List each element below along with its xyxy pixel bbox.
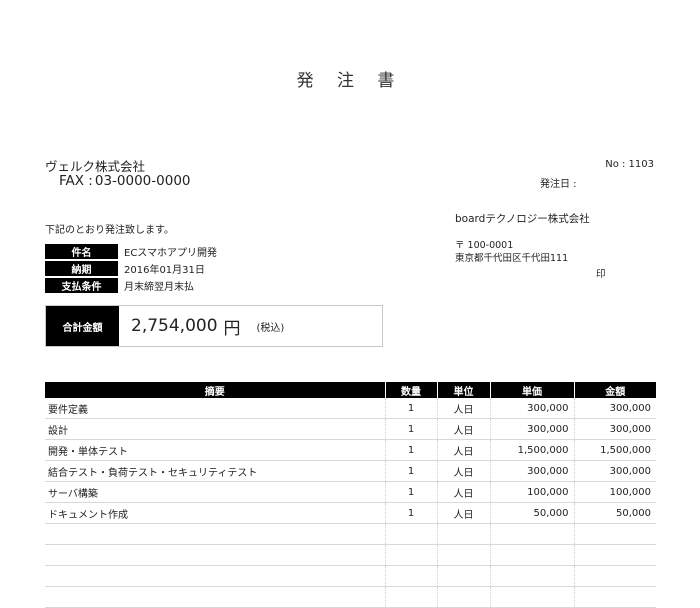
item-unit bbox=[436, 565, 490, 587]
fax-label: FAX : bbox=[59, 173, 93, 189]
table-row: ドキュメント作成 1 人日 50,000 50,000 bbox=[45, 502, 656, 524]
item-unit: 人日 bbox=[436, 439, 490, 461]
info-value: ECスマホアプリ開発 bbox=[124, 248, 218, 259]
item-amount: 300,000 bbox=[573, 460, 656, 482]
item-description: 開発・単体テスト bbox=[45, 439, 385, 461]
document-title: 発 注 書 bbox=[296, 71, 404, 91]
document-number: No : 1103 bbox=[605, 159, 654, 170]
item-unit-price bbox=[489, 586, 574, 608]
item-quantity: 1 bbox=[384, 502, 437, 524]
item-unit-price: 50,000 bbox=[489, 502, 574, 524]
item-unit-price: 1,500,000 bbox=[489, 439, 574, 461]
item-description bbox=[45, 544, 385, 566]
total-value: 2,754,000 円 (税込) bbox=[119, 306, 284, 346]
item-quantity: 1 bbox=[384, 460, 437, 482]
item-description: 設計 bbox=[45, 418, 385, 440]
item-amount bbox=[573, 523, 656, 545]
item-unit bbox=[436, 523, 490, 545]
item-amount: 1,500,000 bbox=[573, 439, 656, 461]
table-row-empty bbox=[45, 544, 656, 566]
line-items-header: 摘要 数量 単位 単価 金額 bbox=[45, 382, 656, 398]
info-row-payment-terms: 支払条件 月末締翌月末払 bbox=[45, 278, 217, 293]
intro-text: 下記のとおり発注致します。 bbox=[45, 225, 174, 236]
table-row: 要件定義 1 人日 300,000 300,000 bbox=[45, 398, 656, 419]
item-description bbox=[45, 523, 385, 545]
table-row: サーバ構築 1 人日 100,000 100,000 bbox=[45, 481, 656, 503]
item-unit bbox=[436, 586, 490, 608]
item-unit-price: 300,000 bbox=[489, 398, 574, 419]
table-row: 開発・単体テスト 1 人日 1,500,000 1,500,000 bbox=[45, 439, 656, 461]
recipient-fax: FAX :03-0000-0000 bbox=[59, 173, 191, 189]
item-unit-price bbox=[489, 523, 574, 545]
item-quantity bbox=[384, 586, 437, 608]
item-quantity bbox=[384, 544, 437, 566]
total-amount-box: 合計金額 2,754,000 円 (税込) bbox=[45, 305, 383, 347]
issuer-postal-code: 〒 100-0001 bbox=[455, 240, 514, 251]
table-row: 結合テスト・負荷テスト・セキュリティテスト 1 人日 300,000 300,0… bbox=[45, 460, 656, 482]
header-unit-price: 単価 bbox=[489, 382, 574, 398]
item-quantity bbox=[384, 523, 437, 545]
item-quantity: 1 bbox=[384, 418, 437, 440]
item-description: サーバ構築 bbox=[45, 481, 385, 503]
item-description: ドキュメント作成 bbox=[45, 502, 385, 524]
item-unit-price: 300,000 bbox=[489, 418, 574, 440]
item-description bbox=[45, 586, 385, 608]
issue-date-label: 発注日 : bbox=[540, 179, 577, 190]
item-amount: 300,000 bbox=[573, 398, 656, 419]
item-unit: 人日 bbox=[436, 398, 490, 419]
info-label: 支払条件 bbox=[45, 278, 118, 293]
item-unit: 人日 bbox=[436, 418, 490, 440]
seal-mark: 印 bbox=[596, 269, 606, 280]
total-amount: 2,754,000 bbox=[131, 316, 218, 336]
header-quantity: 数量 bbox=[384, 382, 437, 398]
order-info-table: 件名 ECスマホアプリ開発 納期 2016年01月31日 支払条件 月末締翌月末… bbox=[45, 242, 217, 295]
issuer-name: boardテクノロジー株式会社 bbox=[455, 213, 590, 225]
item-amount bbox=[573, 565, 656, 587]
item-amount: 50,000 bbox=[573, 502, 656, 524]
table-row-empty bbox=[45, 523, 656, 545]
info-value: 月末締翌月末払 bbox=[124, 282, 194, 293]
item-description bbox=[45, 565, 385, 587]
item-amount: 100,000 bbox=[573, 481, 656, 503]
issuer-address: 東京都千代田区千代田111 bbox=[455, 253, 569, 264]
item-quantity: 1 bbox=[384, 439, 437, 461]
item-amount bbox=[573, 586, 656, 608]
item-quantity: 1 bbox=[384, 398, 437, 419]
table-row: 設計 1 人日 300,000 300,000 bbox=[45, 418, 656, 440]
header-description: 摘要 bbox=[45, 382, 385, 398]
item-unit: 人日 bbox=[436, 502, 490, 524]
line-items-table: 摘要 数量 単位 単価 金額 要件定義 1 人日 300,000 300,000… bbox=[45, 382, 656, 608]
item-amount bbox=[573, 544, 656, 566]
info-label: 納期 bbox=[45, 261, 118, 276]
item-quantity bbox=[384, 565, 437, 587]
item-unit: 人日 bbox=[436, 481, 490, 503]
table-row-empty bbox=[45, 565, 656, 587]
item-unit-price bbox=[489, 565, 574, 587]
info-value: 2016年01月31日 bbox=[124, 265, 205, 276]
total-currency: 円 bbox=[223, 318, 241, 339]
item-description: 結合テスト・負荷テスト・セキュリティテスト bbox=[45, 460, 385, 482]
item-unit-price: 300,000 bbox=[489, 460, 574, 482]
item-unit-price bbox=[489, 544, 574, 566]
fax-number: 03-0000-0000 bbox=[94, 173, 191, 189]
item-unit bbox=[436, 544, 490, 566]
total-tax-note: (税込) bbox=[256, 322, 285, 334]
table-row-empty bbox=[45, 586, 656, 608]
total-label: 合計金額 bbox=[46, 306, 119, 346]
item-description: 要件定義 bbox=[45, 398, 385, 419]
info-row-subject: 件名 ECスマホアプリ開発 bbox=[45, 244, 217, 259]
item-unit: 人日 bbox=[436, 460, 490, 482]
item-quantity: 1 bbox=[384, 481, 437, 503]
header-amount: 金額 bbox=[573, 382, 656, 398]
item-amount: 300,000 bbox=[573, 418, 656, 440]
item-unit-price: 100,000 bbox=[489, 481, 574, 503]
info-label: 件名 bbox=[45, 244, 118, 259]
header-unit: 単位 bbox=[436, 382, 490, 398]
info-row-deadline: 納期 2016年01月31日 bbox=[45, 261, 217, 276]
